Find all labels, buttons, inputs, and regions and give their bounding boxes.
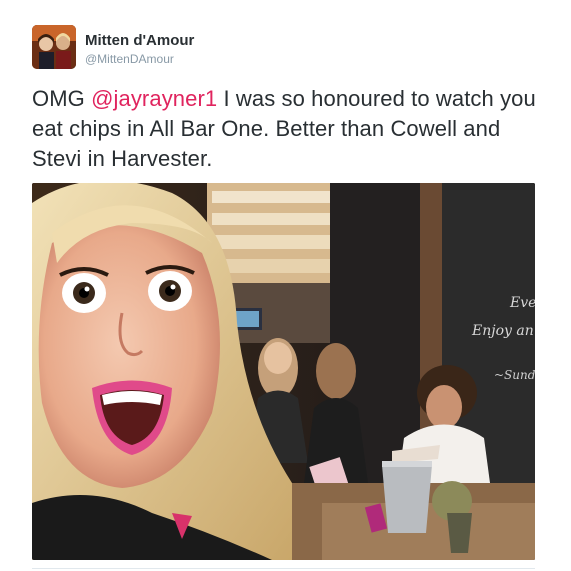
mention-link[interactable]: @jayrayner1 <box>91 86 217 111</box>
display-name[interactable]: Mitten d'Amour <box>85 32 194 50</box>
chalk-text-1: Eve <box>509 295 535 311</box>
tweet-photo[interactable]: Eve Enjoy an ~Sund <box>32 183 535 560</box>
profile-avatar[interactable] <box>32 25 76 69</box>
chalk-text-3: ~Sund <box>494 368 535 382</box>
tweet-text-prefix: OMG <box>32 86 92 111</box>
tweet-card: Mitten d'Amour @MittenDAmour OMG @jayray… <box>0 0 571 571</box>
chalk-text-2: Enjoy an <box>471 323 534 339</box>
selfie-photo-image: Eve Enjoy an ~Sund <box>32 183 535 560</box>
username-handle[interactable]: @MittenDAmour <box>85 52 174 66</box>
divider <box>32 568 535 569</box>
tweet-text: OMG @jayrayner1 I was so honoured to wat… <box>32 84 542 174</box>
avatar-icon <box>32 25 76 69</box>
